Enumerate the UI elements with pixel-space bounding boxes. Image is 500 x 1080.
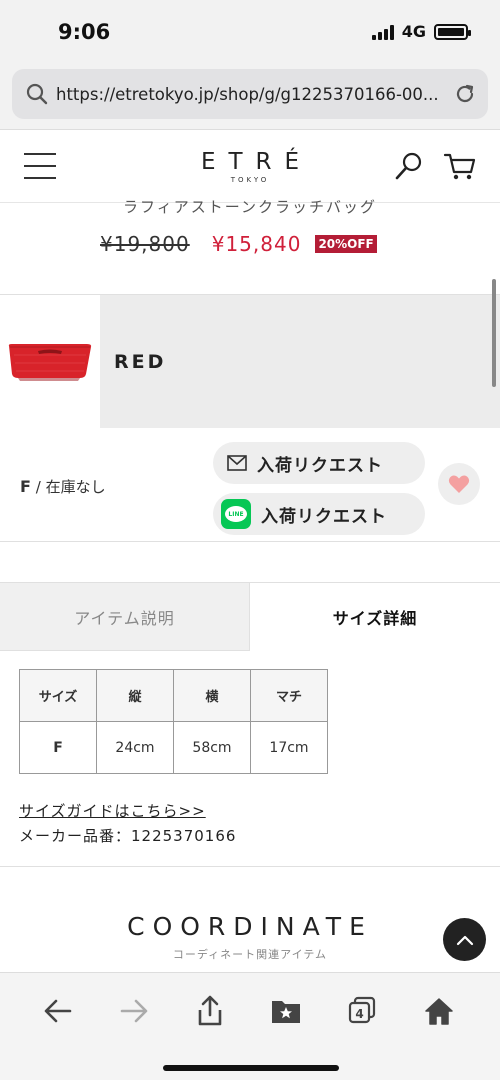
table-cell: F [19, 721, 97, 774]
browser-toolbar: 4 [0, 972, 500, 1080]
url-text: https://etretokyo.jp/shop/g/g1225370166-… [56, 84, 439, 104]
table-header-cell: サイズ [19, 669, 97, 722]
chevron-up-icon [456, 935, 473, 945]
network-label: 4G [401, 22, 426, 41]
status-bar: 9:06 4G [0, 0, 500, 66]
share-button[interactable] [192, 993, 228, 1029]
home-indicator [163, 1065, 339, 1071]
bookmark-folder-icon [272, 1001, 300, 1023]
product-name: ラフィアストーンクラッチバッグ [123, 198, 377, 216]
coordinate-title: COORDINATE [127, 912, 373, 941]
price-section: ラフィアストーンクラッチバッグ ¥19,800 ¥15,840 20%OFF [0, 198, 500, 294]
logo-text: ETRÉ [200, 149, 313, 175]
color-label: RED [114, 351, 167, 373]
product-thumbnail [0, 295, 100, 428]
browser-url-area: https://etretokyo.jp/shop/g/g1225370166-… [0, 66, 500, 130]
scrollbar[interactable] [492, 279, 496, 387]
maker-number: メーカー品番：1225370166 [19, 827, 237, 845]
stock-row: F / 在庫なし 入荷リクエスト LINE 入荷リクエスト [0, 429, 500, 542]
status-time: 9:06 [58, 20, 111, 44]
tabs-button[interactable]: 4 [344, 993, 380, 1029]
logo-subtext: TOKYO [230, 176, 270, 184]
stock-status: F / 在庫なし [20, 476, 106, 497]
back-button[interactable] [40, 993, 76, 1029]
bookmarks-button[interactable] [268, 993, 304, 1029]
table-cell: 58cm [173, 721, 251, 774]
stock-separator: / [35, 478, 41, 496]
table-header-cell: マチ [250, 669, 328, 722]
site-logo[interactable]: ETRÉ TOKYO [0, 149, 500, 184]
arrow-left-icon [44, 999, 72, 1023]
table-cell: 17cm [250, 721, 328, 774]
size-guide-link[interactable]: サイズガイドはこちら>> [19, 800, 206, 821]
table-header-cell: 縦 [96, 669, 174, 722]
coordinate-subtitle: コーディネート関連アイテム [172, 948, 328, 961]
back-to-top-button[interactable] [443, 918, 486, 961]
reload-icon[interactable] [454, 83, 476, 105]
tabs-count: 4 [355, 1007, 363, 1021]
divider [0, 866, 500, 867]
status-indicators: 4G [371, 22, 471, 41]
size-table: サイズ 縦 横 マチ F 24cm 58cm 17cm [19, 669, 328, 774]
search-icon [26, 83, 48, 105]
search-icon[interactable] [394, 151, 424, 181]
table-cell: 24cm [96, 721, 174, 774]
discount-badge: 20%OFF [315, 235, 377, 253]
line-request-label: 入荷リクエスト [261, 506, 387, 527]
mail-icon [227, 455, 247, 471]
share-icon [198, 995, 222, 1026]
table-header-row: サイズ 縦 横 マチ [19, 669, 328, 722]
line-restock-request-button[interactable]: LINE 入荷リクエスト [213, 493, 425, 535]
home-icon [425, 998, 453, 1025]
arrow-right-icon [120, 999, 148, 1023]
sale-price: ¥15,840 [211, 232, 302, 256]
favorite-button[interactable] [438, 463, 480, 505]
cart-icon[interactable] [443, 151, 477, 181]
battery-icon [434, 23, 471, 40]
url-bar[interactable]: https://etretokyo.jp/shop/g/g1225370166-… [12, 69, 488, 119]
heart-icon [448, 475, 470, 493]
stock-status-text: 在庫なし [45, 478, 106, 496]
line-icon: LINE [221, 499, 251, 529]
site-header: ETRÉ TOKYO [0, 131, 500, 203]
size-value: F [20, 477, 31, 496]
detail-tabs: アイテム説明 サイズ詳細 [0, 582, 500, 651]
mail-restock-request-button[interactable]: 入荷リクエスト [213, 442, 425, 484]
signal-icon [371, 24, 394, 40]
line-icon-text: LINE [225, 506, 247, 522]
tab-size-detail[interactable]: サイズ詳細 [250, 583, 500, 651]
color-option[interactable]: RED [0, 279, 500, 428]
home-button[interactable] [421, 993, 457, 1029]
red-clutch-image [8, 344, 92, 381]
table-header-cell: 横 [173, 669, 251, 722]
table-row: F 24cm 58cm 17cm [19, 721, 328, 774]
mail-request-label: 入荷リクエスト [257, 455, 383, 476]
color-panel: RED [100, 295, 500, 428]
tabs-icon: 4 [348, 996, 376, 1024]
price-row: ¥19,800 ¥15,840 20%OFF [100, 232, 377, 256]
forward-button[interactable] [116, 993, 152, 1029]
tab-item-description[interactable]: アイテム説明 [0, 583, 250, 651]
original-price: ¥19,800 [100, 232, 190, 256]
